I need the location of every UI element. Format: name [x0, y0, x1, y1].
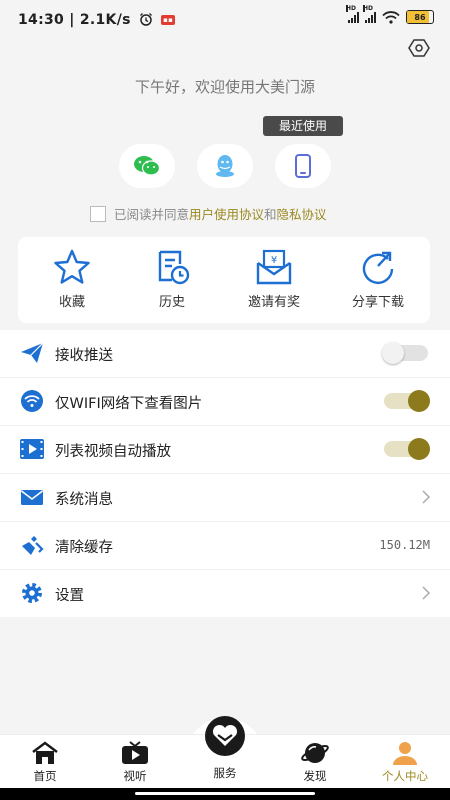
agreement-and: 和 [264, 207, 277, 222]
agreement-row: 已阅读并同意 用户使用协议 和 隐私协议 [90, 204, 327, 223]
mail-icon [21, 490, 43, 505]
tab-profile[interactable]: 个人中心 [360, 735, 450, 789]
list-item-receive-push[interactable]: 接收推送 [0, 330, 450, 378]
agreement-checkbox[interactable] [90, 205, 106, 222]
list-item-wifi-only-images[interactable]: 仅WIFI网络下查看图片 [0, 378, 450, 426]
wifi-only-label: 仅WIFI网络下查看图片 [55, 396, 203, 412]
phone-login-button[interactable] [275, 144, 331, 188]
tab-discover-label: 发现 [303, 769, 327, 783]
agreement-prefix: 已阅读并同意 [114, 207, 190, 222]
qq-icon [216, 155, 234, 177]
cache-size: 150.12M [379, 538, 430, 552]
chevron-right-icon [422, 586, 431, 600]
history-label: 历史 [158, 295, 185, 310]
home-icon [32, 741, 58, 764]
tab-av-label: 视听 [123, 769, 147, 783]
status-time: 14:30 | 2.1K/s ▪▪ [18, 12, 176, 28]
clear-cache-label: 清除缓存 [55, 540, 113, 556]
gear-icon [22, 583, 42, 603]
privacy-agreement-link[interactable]: 隐私协议 [277, 204, 327, 223]
clock-time: 14:30 [18, 12, 65, 28]
favorites-label: 收藏 [58, 295, 85, 310]
home-indicator[interactable] [135, 792, 315, 795]
autoplay-toggle[interactable] [384, 438, 430, 460]
settings-label: 设置 [55, 588, 84, 604]
autoplay-label: 列表视频自动播放 [55, 444, 171, 460]
settings-list: 接收推送 仅WIFI网络下查看图片 列表视频自动播放 系统消息 清除缓存 150… [0, 330, 450, 617]
history-button[interactable]: 历史 [122, 237, 222, 323]
receive-push-label: 接收推送 [55, 348, 113, 364]
invite-reward-icon: ¥ [256, 249, 292, 285]
tab-service[interactable]: 服务 [180, 716, 270, 789]
heart-icon [205, 716, 245, 756]
quick-actions-card: 收藏 历史 ¥ 邀请有奖 分享下载 [18, 237, 430, 323]
app-notification-icon: ▪▪ [161, 15, 176, 25]
alarm-icon [139, 13, 152, 26]
share-download-button[interactable]: 分享下载 [328, 237, 428, 323]
svg-text:¥: ¥ [271, 255, 277, 266]
invite-reward-button[interactable]: ¥ 邀请有奖 [224, 237, 324, 323]
wechat-login-button[interactable] [119, 144, 175, 188]
system-navigation-bar [0, 788, 450, 800]
system-messages-label: 系统消息 [55, 492, 113, 508]
recent-used-tag: 最近使用 [263, 116, 343, 136]
tab-home[interactable]: 首页 [0, 735, 90, 789]
bottom-tab-bar: 首页 视听 服务 发现 个人中心 [0, 716, 450, 789]
user-agreement-link[interactable]: 用户使用协议 [189, 204, 264, 223]
planet-icon [301, 743, 329, 763]
tv-icon [122, 741, 148, 764]
tab-home-label: 首页 [33, 769, 57, 783]
network-speed: 2.1K/s [79, 12, 131, 28]
star-icon [54, 249, 90, 284]
separator: | [69, 12, 80, 28]
list-item-autoplay-video[interactable]: 列表视频自动播放 [0, 426, 450, 474]
phone-icon [295, 154, 311, 178]
wifi-status-icon [382, 10, 400, 24]
settings-icon[interactable] [408, 37, 430, 59]
greeting-text: 下午好，欢迎使用大美门源 [134, 78, 315, 96]
person-icon [393, 742, 417, 765]
list-item-clear-cache[interactable]: 清除缓存 150.12M [0, 522, 450, 570]
signal-icon: HD [346, 5, 359, 23]
tab-discover[interactable]: 发现 [270, 735, 360, 789]
tab-service-label: 服务 [213, 766, 237, 780]
share-download-label: 分享下载 [351, 295, 404, 310]
paper-plane-icon [21, 342, 44, 363]
history-icon [158, 250, 190, 285]
battery-icon: 86 [406, 10, 434, 24]
wechat-icon [134, 156, 161, 176]
signal-icon: HD [363, 5, 376, 23]
list-item-settings[interactable]: 设置 [0, 570, 450, 617]
tab-profile-label: 个人中心 [382, 769, 428, 783]
wifi-icon [21, 390, 43, 412]
status-bar: 14:30 | 2.1K/s ▪▪ HD HD 86 [0, 0, 450, 42]
receive-push-toggle[interactable] [382, 342, 428, 364]
video-icon [20, 439, 44, 459]
chevron-right-icon [422, 490, 431, 504]
tab-av[interactable]: 视听 [90, 735, 180, 789]
wifi-only-toggle[interactable] [384, 390, 430, 412]
favorites-button[interactable]: 收藏 [22, 237, 122, 323]
list-item-system-messages[interactable]: 系统消息 [0, 474, 450, 522]
share-icon [362, 251, 394, 284]
broom-icon [22, 536, 44, 555]
invite-reward-label: 邀请有奖 [247, 295, 300, 310]
qq-login-button[interactable] [197, 144, 253, 188]
battery-percent: 86 [414, 12, 426, 22]
